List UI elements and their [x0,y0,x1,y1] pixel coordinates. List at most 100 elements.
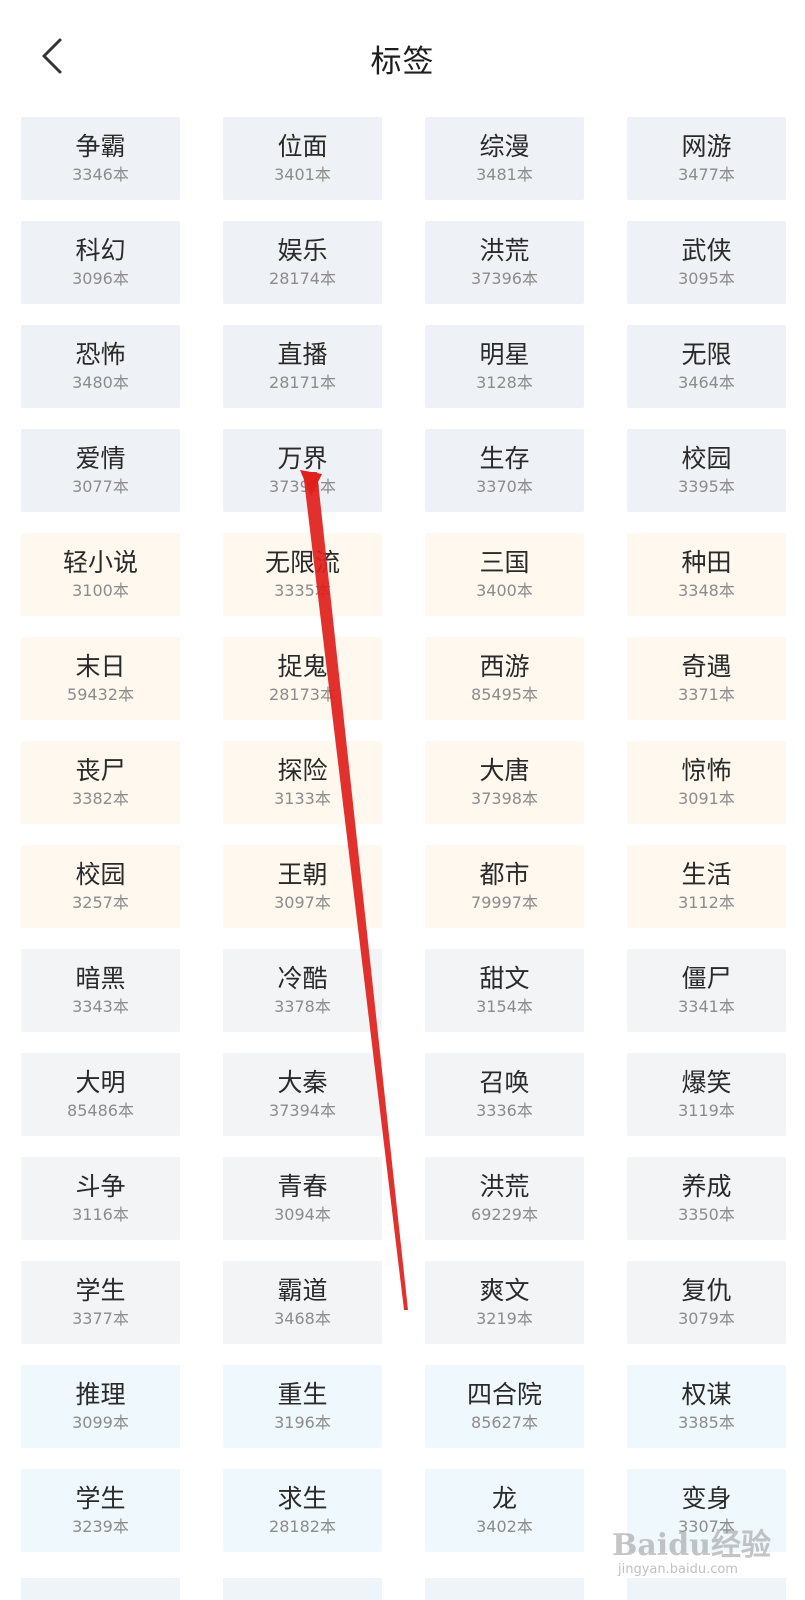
tag-card[interactable]: 科幻 3096本 [21,221,180,304]
tag-count: 3477本 [678,165,735,184]
tag-count: 3119本 [678,1101,735,1120]
tag-card[interactable]: 暗黑 3343本 [21,949,180,1032]
tag-count: 3094本 [274,1205,331,1224]
partial-tag[interactable] [21,1578,180,1600]
tag-name: 大秦 [277,1068,328,1097]
tag-count: 37394本 [269,1101,336,1120]
tag-card[interactable]: 学生 3377本 [21,1261,180,1344]
tag-name: 大明 [75,1068,126,1097]
tag-name: 召唤 [479,1068,530,1097]
tag-card[interactable]: 校园 3395本 [627,429,786,512]
tag-name: 龙 [491,1484,517,1513]
tag-card[interactable]: 龙 3402本 [425,1469,584,1552]
tag-card[interactable]: 冷酷 3378本 [223,949,382,1032]
tag-card[interactable]: 洪荒 37396本 [425,221,584,304]
tag-card[interactable]: 奇遇 3371本 [627,637,786,720]
tag-name: 推理 [75,1380,126,1409]
tag-card[interactable]: 学生 3239本 [21,1469,180,1552]
tag-count: 85627本 [471,1413,538,1432]
tag-card[interactable]: 娱乐 28174本 [223,221,382,304]
tag-name: 校园 [681,444,732,473]
watermark-url: jingyan.baidu.com [618,1562,738,1577]
tag-card[interactable]: 大唐 37398本 [425,741,584,824]
tag-count: 3133本 [274,789,331,808]
tag-card[interactable]: 恐怖 3480本 [21,325,180,408]
tag-card[interactable]: 捉鬼 28173本 [223,637,382,720]
tag-card[interactable]: 网游 3477本 [627,117,786,200]
tag-card[interactable]: 重生 3196本 [223,1365,382,1448]
tag-name: 权谋 [681,1380,732,1409]
tag-name: 无限 [681,340,732,369]
tag-name: 争霸 [75,132,126,161]
tag-card[interactable]: 生活 3112本 [627,845,786,928]
tag-card[interactable]: 斗争 3116本 [21,1157,180,1240]
page-title: 标签 [370,44,435,80]
tag-name: 养成 [681,1172,732,1201]
tag-card[interactable]: 西游 85495本 [425,637,584,720]
tag-card[interactable]: 无限 3464本 [627,325,786,408]
tag-name: 复仇 [681,1276,732,1305]
partial-tag[interactable] [627,1578,786,1600]
partial-tag[interactable] [425,1578,584,1600]
tag-count: 3154本 [476,997,533,1016]
tag-card[interactable]: 末日 59432本 [21,637,180,720]
tag-card[interactable]: 种田 3348本 [627,533,786,616]
tag-card[interactable]: 养成 3350本 [627,1157,786,1240]
tag-card[interactable]: 甜文 3154本 [425,949,584,1032]
tag-count: 3336本 [476,1101,533,1120]
tag-count: 3348本 [678,581,735,600]
tag-count: 3402本 [476,1517,533,1536]
tag-card[interactable]: 爆笑 3119本 [627,1053,786,1136]
tag-card[interactable]: 三国 3400本 [425,533,584,616]
tag-card[interactable]: 召唤 3336本 [425,1053,584,1136]
tag-card[interactable]: 无限流 3335本 [223,533,382,616]
tag-card[interactable]: 惊怖 3091本 [627,741,786,824]
tag-card[interactable]: 洪荒 69229本 [425,1157,584,1240]
tag-card[interactable]: 爽文 3219本 [425,1261,584,1344]
tag-name: 西游 [479,652,530,681]
tag-card[interactable]: 生存 3370本 [425,429,584,512]
tag-card[interactable]: 轻小说 3100本 [21,533,180,616]
tag-card[interactable]: 万界 37399本 [223,429,382,512]
tag-card[interactable]: 明星 3128本 [425,325,584,408]
tag-card[interactable]: 直播 28171本 [223,325,382,408]
tag-name: 都市 [479,860,530,889]
tag-name: 末日 [75,652,126,681]
tag-card[interactable]: 都市 79997本 [425,845,584,928]
tag-count: 28173本 [269,685,336,704]
tag-card[interactable]: 争霸 3346本 [21,117,180,200]
tag-card[interactable]: 位面 3401本 [223,117,382,200]
tag-name: 综漫 [479,132,530,161]
next-row-partial [21,1578,786,1600]
tag-card[interactable]: 复仇 3079本 [627,1261,786,1344]
tag-card[interactable]: 青春 3094本 [223,1157,382,1240]
tag-count: 3346本 [72,165,129,184]
tag-card[interactable]: 求生 28182本 [223,1469,382,1552]
tag-name: 轻小说 [62,548,138,577]
tag-name: 直播 [277,340,328,369]
tag-card[interactable]: 王朝 3097本 [223,845,382,928]
tag-count: 3112本 [678,893,735,912]
tag-card[interactable]: 变身 3307本 [627,1469,786,1552]
tag-card[interactable]: 校园 3257本 [21,845,180,928]
tag-card[interactable]: 丧尸 3382本 [21,741,180,824]
tag-card[interactable]: 四合院 85627本 [425,1365,584,1448]
tag-card[interactable]: 爱情 3077本 [21,429,180,512]
tag-count: 3077本 [72,477,129,496]
tag-name: 网游 [681,132,732,161]
tag-name: 王朝 [277,860,328,889]
tag-card[interactable]: 武侠 3095本 [627,221,786,304]
tag-card[interactable]: 权谋 3385本 [627,1365,786,1448]
tag-name: 探险 [277,756,328,785]
tag-name: 大唐 [479,756,530,785]
tag-count: 3343本 [72,997,129,1016]
tag-card[interactable]: 僵尸 3341本 [627,949,786,1032]
tag-card[interactable]: 霸道 3468本 [223,1261,382,1344]
tag-card[interactable]: 大秦 37394本 [223,1053,382,1136]
tag-card[interactable]: 大明 85486本 [21,1053,180,1136]
tag-card[interactable]: 推理 3099本 [21,1365,180,1448]
tag-card[interactable]: 探险 3133本 [223,741,382,824]
partial-tag[interactable] [223,1578,382,1600]
tag-card[interactable]: 综漫 3481本 [425,117,584,200]
tag-count: 3464本 [678,373,735,392]
